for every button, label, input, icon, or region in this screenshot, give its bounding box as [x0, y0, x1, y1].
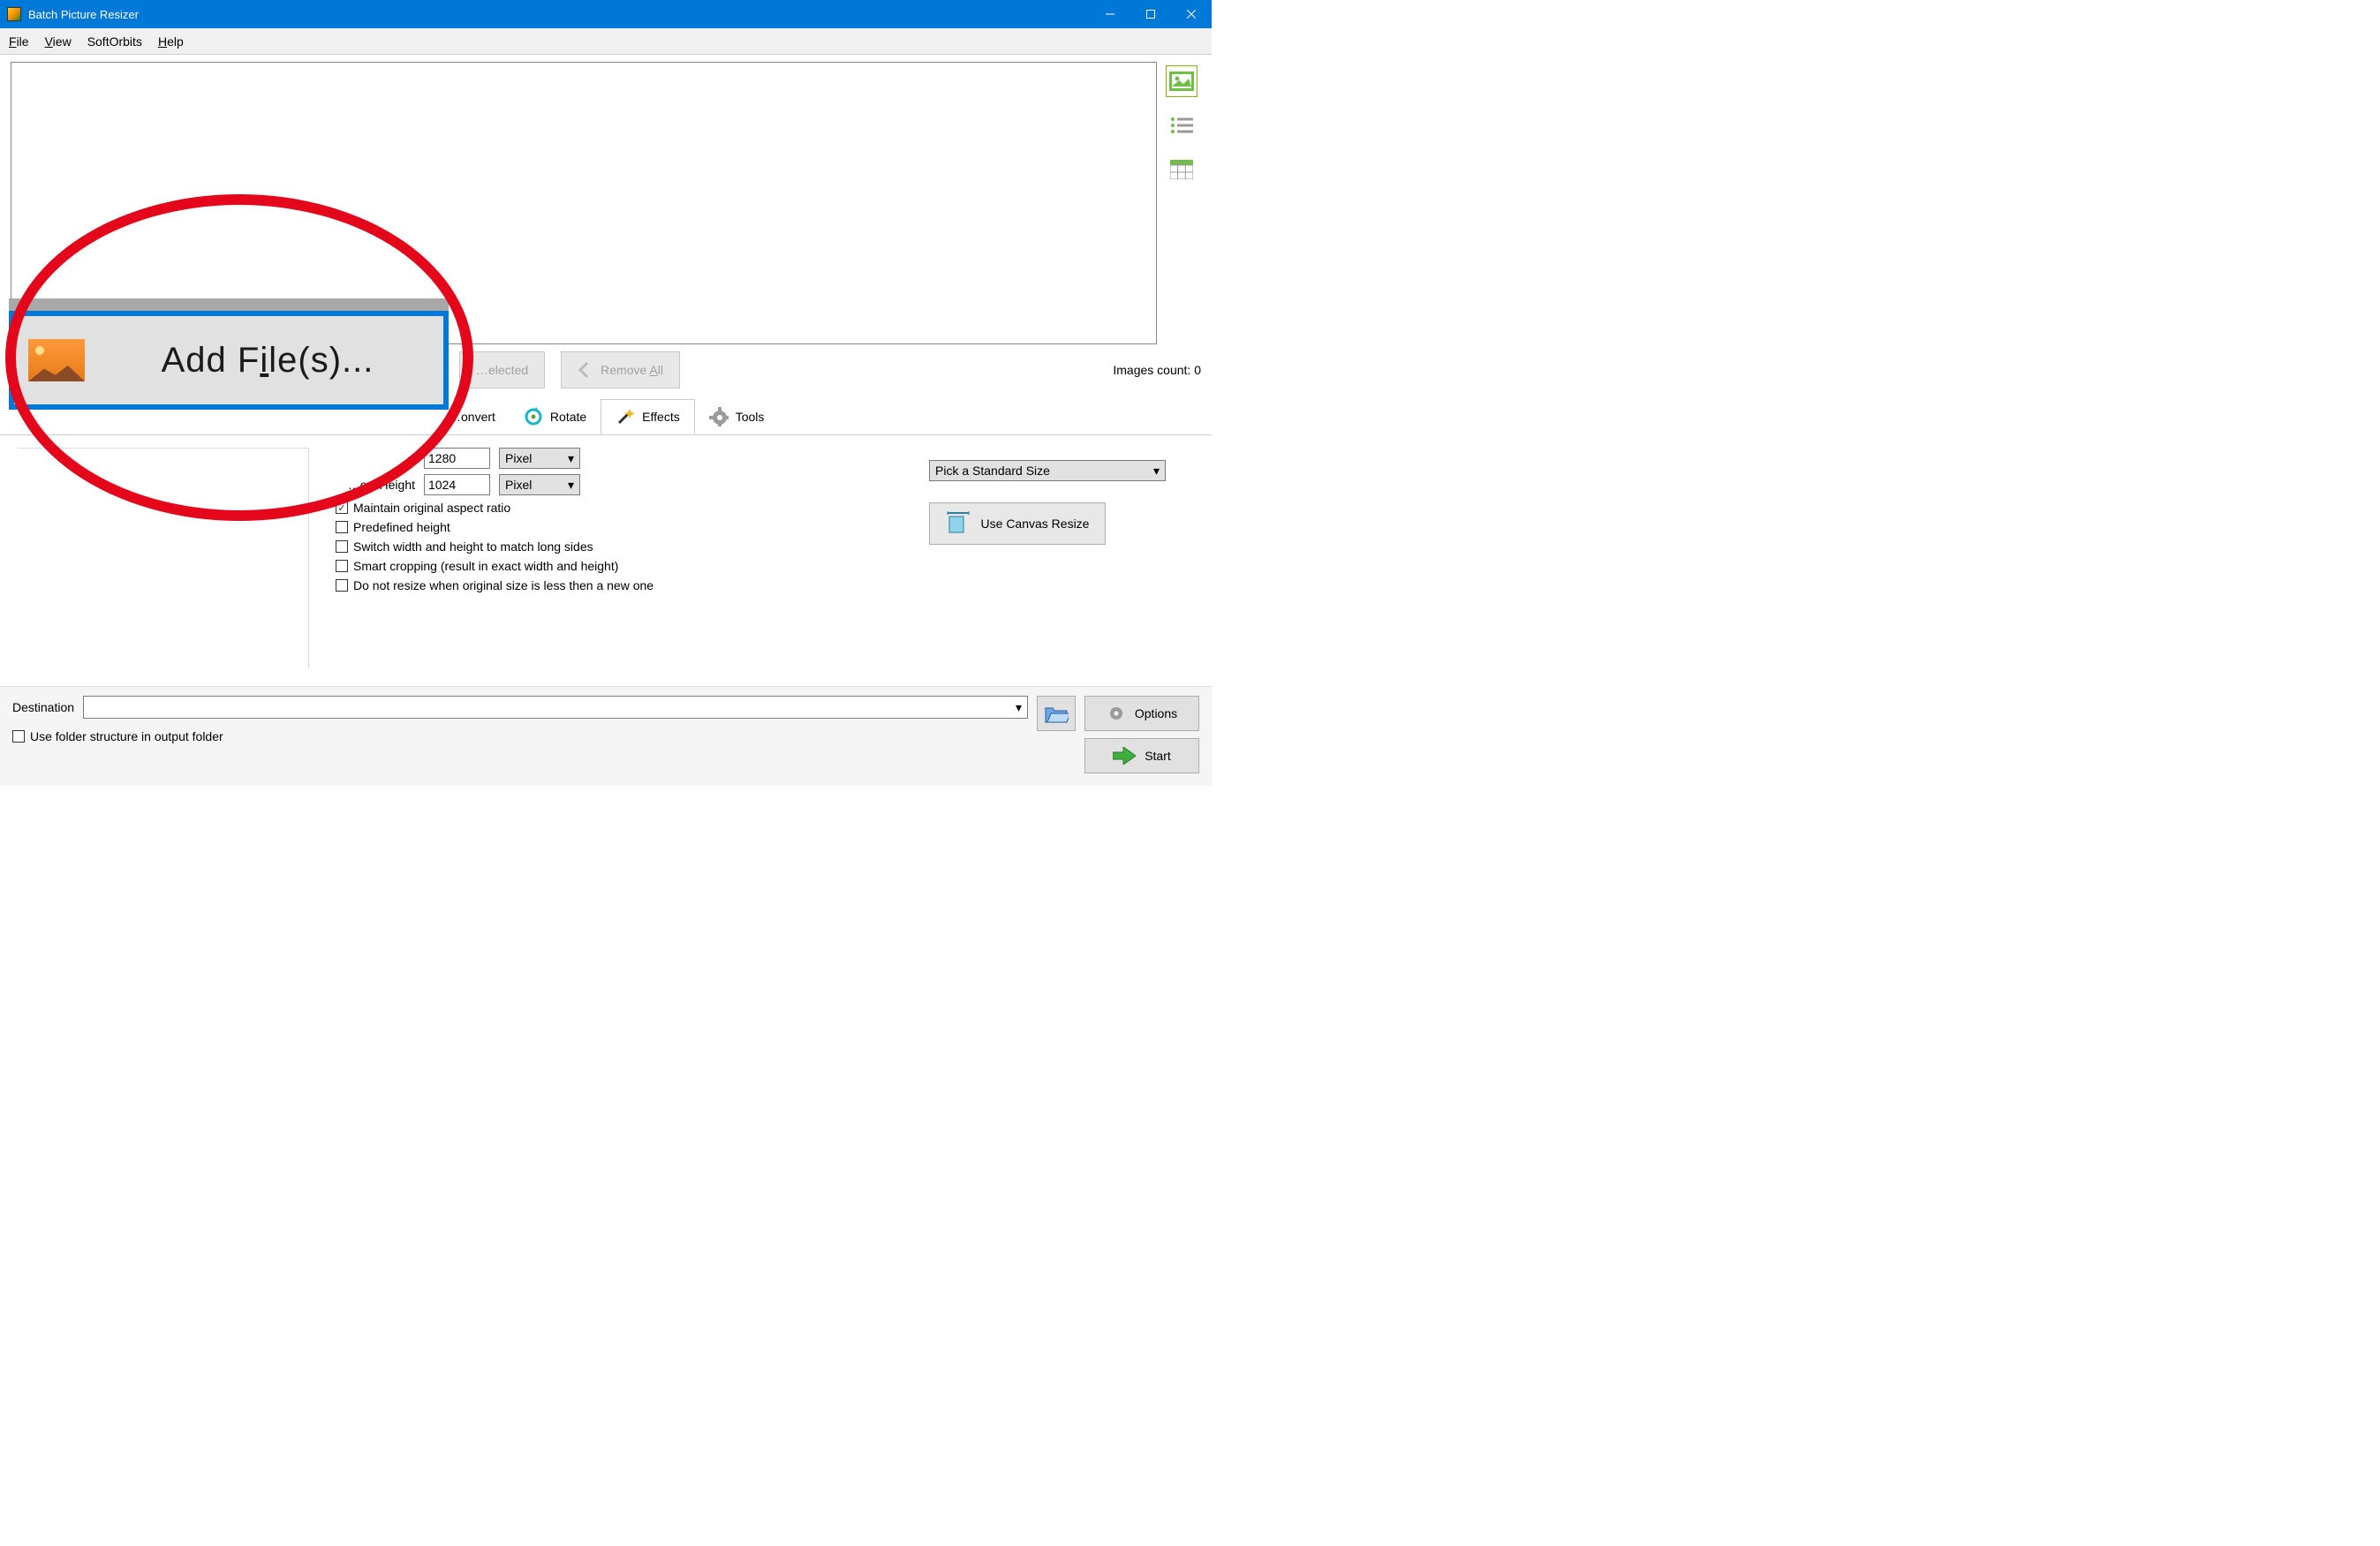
rotate-icon — [524, 407, 543, 426]
folder-structure-checkbox-row[interactable]: Use folder structure in output folder — [12, 729, 1028, 743]
no-resize-checkbox-row[interactable]: Do not resize when original size is less… — [336, 578, 903, 592]
view-toolbar — [1166, 62, 1201, 344]
start-button[interactable]: Start — [1084, 738, 1199, 773]
list-icon — [1170, 117, 1193, 134]
maximize-button[interactable] — [1130, 0, 1171, 28]
browse-destination-button[interactable] — [1037, 696, 1076, 731]
view-list-button[interactable] — [1166, 109, 1198, 141]
start-label: Start — [1145, 749, 1171, 763]
switch-wh-label: Switch width and height to match long si… — [353, 539, 593, 554]
destination-combo[interactable]: ▾ — [83, 696, 1028, 719]
preview-panel — [18, 448, 309, 668]
tab-effects[interactable]: Effects — [601, 399, 695, 434]
gear-icon — [1107, 704, 1126, 723]
table-icon — [1170, 160, 1193, 179]
tab-convert-label: …onvert — [449, 410, 495, 424]
standard-size-value: Pick a Standard Size — [935, 464, 1050, 478]
predefined-height-checkbox[interactable] — [336, 521, 348, 533]
smart-crop-checkbox[interactable] — [336, 560, 348, 572]
view-details-button[interactable] — [1166, 154, 1198, 185]
chevron-down-icon: ▾ — [1153, 464, 1160, 479]
app-icon — [7, 7, 21, 21]
maximize-icon — [1146, 10, 1155, 19]
action-row: …elected Remove All Images count: 0 — [0, 344, 1212, 396]
destination-label: Destination — [12, 700, 74, 714]
gear-icon — [709, 407, 729, 426]
aspect-ratio-checkbox[interactable] — [336, 502, 348, 514]
remove-all-label: Remove All — [601, 363, 663, 377]
remove-selected-button[interactable]: …elected — [459, 351, 545, 388]
menu-softorbits[interactable]: SoftOrbits — [87, 34, 142, 49]
chevron-left-icon — [578, 361, 590, 379]
menubar: File View SoftOrbits Help — [0, 28, 1212, 55]
aspect-ratio-label: Maintain original aspect ratio — [353, 501, 510, 515]
images-count-label: Images count: 0 — [1113, 363, 1201, 377]
canvas-resize-icon — [946, 511, 971, 536]
new-width-input[interactable] — [424, 448, 490, 469]
chevron-down-icon: ▾ — [568, 478, 574, 493]
tab-tools[interactable]: Tools — [695, 400, 779, 434]
predefined-height-label: Predefined height — [353, 520, 450, 534]
menu-file[interactable]: File — [9, 34, 29, 49]
folder-structure-label: Use folder structure in output folder — [30, 729, 223, 743]
new-height-input[interactable] — [424, 474, 490, 495]
menu-help[interactable]: Help — [158, 34, 184, 49]
view-thumbnails-button[interactable] — [1166, 65, 1198, 97]
tab-effects-label: Effects — [642, 410, 680, 424]
switch-wh-checkbox[interactable] — [336, 540, 348, 553]
window-title: Batch Picture Resizer — [28, 8, 1090, 21]
work-area — [0, 55, 1212, 344]
resize-right-col: Pick a Standard Size ▾ Use Canvas Resize — [929, 448, 1194, 668]
remove-all-button[interactable]: Remove All — [561, 351, 680, 388]
tabs-row: …onvert Rotate Effects Tools — [0, 399, 1212, 435]
image-icon — [1169, 72, 1194, 91]
height-unit-combo[interactable]: Pixel ▾ — [499, 474, 580, 495]
wand-icon — [616, 407, 635, 426]
aspect-ratio-checkbox-row[interactable]: Maintain original aspect ratio — [336, 501, 903, 515]
start-arrow-icon — [1113, 747, 1136, 765]
new-height-label: …ew Height — [336, 478, 415, 492]
width-unit-combo[interactable]: Pixel ▾ — [499, 448, 580, 469]
folder-open-icon — [1044, 703, 1069, 724]
minimize-icon — [1106, 10, 1114, 19]
chevron-down-icon: ▾ — [1016, 700, 1022, 715]
close-icon — [1187, 10, 1196, 19]
remove-selected-label: …elected — [476, 363, 528, 377]
chevron-down-icon: ▾ — [568, 451, 574, 466]
tab-rotate-label: Rotate — [550, 410, 586, 424]
width-unit-value: Pixel — [505, 451, 532, 465]
folder-structure-checkbox[interactable] — [12, 730, 25, 743]
predefined-height-checkbox-row[interactable]: Predefined height — [336, 520, 903, 534]
switch-wh-checkbox-row[interactable]: Switch width and height to match long si… — [336, 539, 903, 554]
options-button[interactable]: Options — [1084, 696, 1199, 731]
resize-panel: W Pixel ▾ …ew Height Pixel ▾ Maintain or… — [0, 435, 1212, 677]
no-resize-label: Do not resize when original size is less… — [353, 578, 654, 592]
tab-tools-label: Tools — [736, 410, 765, 424]
standard-size-combo[interactable]: Pick a Standard Size ▾ — [929, 460, 1166, 481]
height-unit-value: Pixel — [505, 478, 532, 492]
titlebar: Batch Picture Resizer — [0, 0, 1212, 28]
image-list-canvas[interactable] — [11, 62, 1157, 344]
close-button[interactable] — [1171, 0, 1212, 28]
tab-convert[interactable]: …onvert — [434, 403, 510, 431]
smart-crop-checkbox-row[interactable]: Smart cropping (result in exact width an… — [336, 559, 903, 573]
tab-rotate[interactable]: Rotate — [510, 400, 601, 434]
canvas-resize-label: Use Canvas Resize — [981, 517, 1090, 531]
no-resize-checkbox[interactable] — [336, 579, 348, 592]
minimize-button[interactable] — [1090, 0, 1130, 28]
resize-form: W Pixel ▾ …ew Height Pixel ▾ Maintain or… — [336, 448, 903, 668]
bottom-bar: Destination ▾ Use folder structure in ou… — [0, 686, 1212, 786]
window-controls — [1090, 0, 1212, 28]
menu-view[interactable]: View — [45, 34, 72, 49]
smart-crop-label: Smart cropping (result in exact width an… — [353, 559, 618, 573]
canvas-resize-button[interactable]: Use Canvas Resize — [929, 502, 1106, 545]
options-label: Options — [1135, 706, 1177, 720]
